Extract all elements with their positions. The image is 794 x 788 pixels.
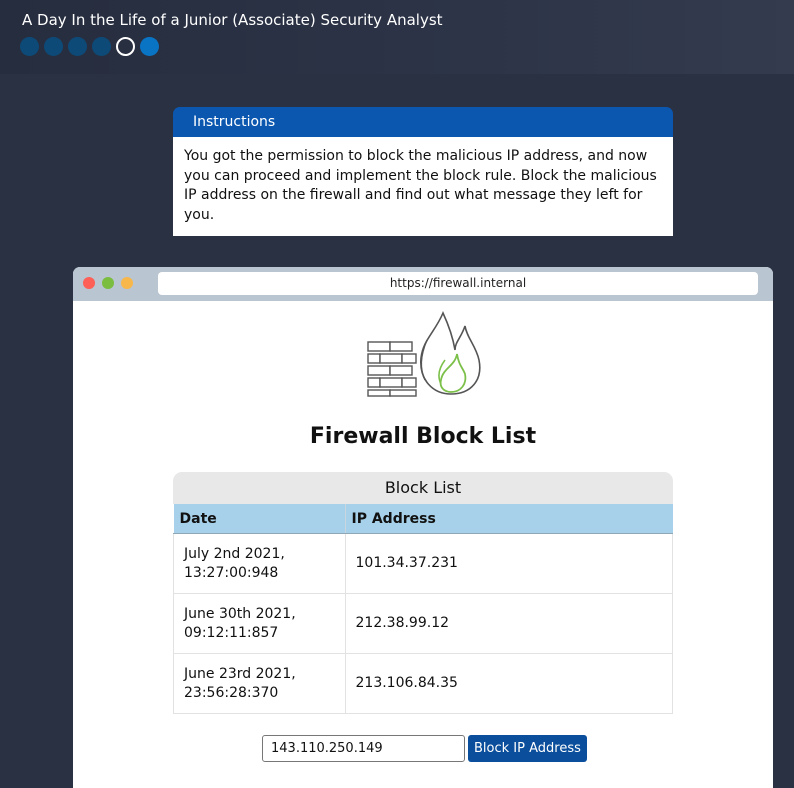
table-row: June 30th 2021, 09:12:11:857 212.38.99.1… — [173, 593, 673, 654]
page-title: Firewall Block List — [309, 424, 537, 449]
column-header-date: Date — [173, 504, 346, 534]
progress-steps — [20, 37, 159, 56]
ip-cell: 212.38.99.12 — [345, 593, 673, 654]
browser-chrome: https://firewall.internal — [73, 267, 773, 301]
address-bar[interactable]: https://firewall.internal — [158, 272, 758, 295]
table-row: July 2nd 2021, 13:27:00:948 101.34.37.23… — [173, 533, 673, 594]
progress-step-6[interactable] — [140, 37, 159, 56]
block-ip-button[interactable]: Block IP Address — [468, 735, 587, 762]
table-row: June 23rd 2021, 23:56:28:370 213.106.84.… — [173, 653, 673, 714]
instructions-panel: Instructions You got the permission to b… — [173, 107, 673, 236]
maximize-window-icon[interactable] — [121, 277, 133, 289]
table-caption: Block List — [173, 472, 673, 504]
ip-cell: 101.34.37.231 — [345, 533, 673, 594]
browser-window: https://firewall.internal Firewall Block… — [73, 267, 773, 788]
date-cell: June 30th 2021, 09:12:11:857 — [173, 593, 346, 654]
block-ip-form: Block IP Address — [262, 735, 587, 762]
ip-address-input[interactable] — [262, 735, 465, 762]
app-title: A Day In the Life of a Junior (Associate… — [22, 11, 443, 29]
instructions-body: You got the permission to block the mali… — [173, 137, 673, 236]
progress-step-1[interactable] — [20, 37, 39, 56]
minimize-window-icon[interactable] — [102, 277, 114, 289]
column-header-ip-address: IP Address — [345, 504, 673, 534]
block-list-table: Block List Date IP Address July 2nd 2021… — [173, 472, 673, 714]
ip-cell: 213.106.84.35 — [345, 653, 673, 714]
progress-step-3[interactable] — [68, 37, 87, 56]
progress-step-2[interactable] — [44, 37, 63, 56]
date-cell: July 2nd 2021, 13:27:00:948 — [173, 533, 346, 594]
date-cell: June 23rd 2021, 23:56:28:370 — [173, 653, 346, 714]
progress-step-5-current[interactable] — [116, 37, 135, 56]
top-bar: A Day In the Life of a Junior (Associate… — [0, 0, 794, 74]
close-window-icon[interactable] — [83, 277, 95, 289]
progress-step-4[interactable] — [92, 37, 111, 56]
instructions-title: Instructions — [173, 107, 673, 137]
firewall-flame-icon — [367, 311, 481, 397]
